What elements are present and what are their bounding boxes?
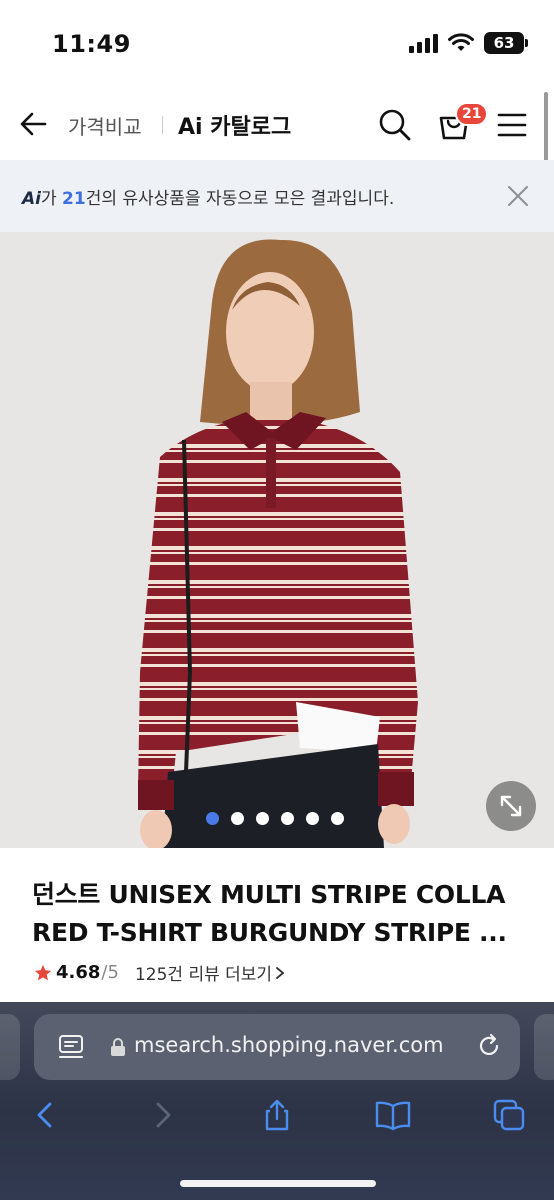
product-image[interactable] [0, 232, 554, 848]
bookmarks-icon[interactable] [374, 1098, 412, 1132]
ai-banner-text: Ai가 21건의 유사상품을 자동으로 모은 결과입니다. [22, 184, 394, 209]
search-icon[interactable] [378, 108, 412, 142]
status-indicators: 63 [409, 32, 528, 54]
product-photo [0, 232, 554, 848]
carousel-indicator [206, 812, 344, 825]
status-bar: 11:49 63 [0, 0, 554, 88]
rating-row: 4.68 /5 125건 리뷰 더보기 [34, 960, 285, 985]
cellular-signal-icon [409, 33, 438, 53]
page-title: Ai 카탈로그 [178, 115, 292, 140]
url-text[interactable]: msearch.shopping.naver.com [134, 1033, 444, 1057]
home-indicator [180, 1180, 376, 1187]
back-icon[interactable] [28, 1098, 62, 1132]
previous-tab-preview[interactable] [0, 1014, 20, 1080]
wifi-icon [448, 33, 474, 51]
battery-icon: 63 [484, 32, 528, 54]
reload-icon[interactable] [476, 1033, 502, 1059]
forward-icon[interactable] [146, 1098, 180, 1132]
carousel-dot[interactable] [256, 812, 269, 825]
star-icon [34, 964, 52, 980]
close-icon[interactable] [506, 184, 530, 208]
banner-text-post: 건의 유사상품을 자동으로 모은 결과입니다. [85, 189, 395, 209]
rating-value: 4.68 [56, 962, 101, 983]
carousel-dot[interactable] [331, 812, 344, 825]
lock-icon [111, 1038, 125, 1056]
carousel-dot[interactable] [306, 812, 319, 825]
tabs-icon[interactable] [492, 1098, 526, 1132]
chevron-right-icon [276, 966, 285, 979]
ai-info-banner: Ai가 21건의 유사상품을 자동으로 모은 결과입니다. [0, 160, 554, 232]
carousel-dot[interactable] [231, 812, 244, 825]
share-icon[interactable] [260, 1098, 294, 1132]
nav-divider [162, 116, 163, 134]
rating-max: /5 [101, 962, 119, 983]
app-header: 가격비교 Ai 카탈로그 21 [0, 88, 554, 160]
next-tab-preview[interactable] [534, 1014, 554, 1080]
status-time: 11:49 [52, 30, 131, 58]
similar-count: 21 [62, 189, 86, 209]
carousel-dot[interactable] [206, 812, 219, 825]
carousel-dot[interactable] [281, 812, 294, 825]
price-compare-link[interactable]: 가격비교 [68, 111, 142, 140]
cart-count-badge: 21 [455, 102, 489, 126]
review-more-link[interactable]: 125건 리뷰 더보기 [135, 960, 272, 985]
expand-image-button[interactable] [486, 781, 536, 831]
banner-text-pre: 가 [40, 189, 63, 209]
hamburger-menu-icon[interactable] [496, 110, 528, 140]
ai-mark: Ai [22, 189, 41, 209]
page-menu-icon[interactable] [58, 1034, 84, 1060]
product-title[interactable]: 던스트 UNISEX MULTI STRIPE COLLA RED T-SHIR… [32, 876, 532, 952]
expand-icon [500, 795, 522, 817]
back-arrow-icon[interactable] [18, 108, 50, 140]
